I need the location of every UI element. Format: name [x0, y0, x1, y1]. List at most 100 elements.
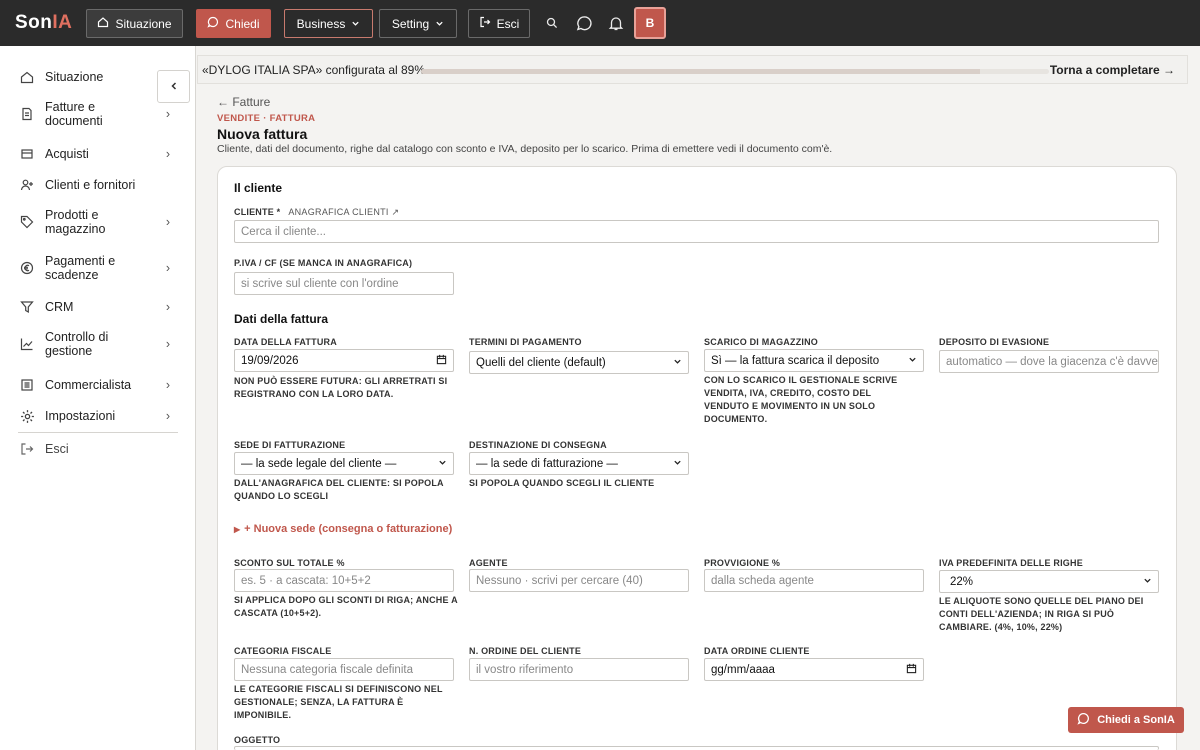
termini-pagamento-label: TERMINI DI PAGAMENTO	[469, 337, 582, 347]
data-fattura-label: DATA DELLA FATTURA	[234, 337, 337, 347]
cart-icon	[18, 145, 36, 163]
avatar[interactable]: B	[634, 7, 666, 39]
tag-icon	[18, 213, 36, 231]
collapse-sidebar-button[interactable]	[157, 70, 190, 103]
sidebar-item-impostazioni[interactable]: Impostazioni ›	[18, 407, 178, 425]
setup-progress-fill	[421, 69, 980, 74]
section-dati-title: Dati della fattura	[234, 312, 329, 326]
chevron-down-icon	[673, 357, 682, 369]
setup-progress-bar	[421, 69, 1049, 74]
page-subtitle: Cliente, dati del documento, righe dal c…	[217, 143, 833, 155]
bell-icon[interactable]	[605, 12, 627, 34]
scarico-magazzino-hint: CON LO SCARICO IL GESTIONALE SCRIVE VEND…	[704, 375, 898, 424]
piva-input[interactable]: si scrive sul cliente con l'ordine	[234, 272, 454, 295]
chiedi-sonia-button[interactable]: Chiedi a SonIA	[1068, 707, 1184, 733]
sidebar-item-prodotti[interactable]: Prodotti e magazzino ›	[18, 208, 178, 236]
calendar-icon[interactable]	[436, 354, 447, 368]
chevron-right-icon: ›	[165, 215, 170, 229]
list-icon	[18, 376, 36, 394]
sidebar-item-commercialista[interactable]: Commercialista ›	[18, 376, 178, 394]
gear-icon	[18, 407, 36, 425]
sidebar-item-controllo[interactable]: Controllo di gestione ›	[18, 330, 178, 358]
section-cliente-title: Il cliente	[234, 181, 283, 195]
chevron-right-icon: ›	[165, 261, 170, 275]
chevron-right-icon: ›	[165, 300, 170, 314]
scarico-magazzino-label: SCARICO DI MAGAZZINO	[704, 337, 818, 347]
sidebar-item-situazione[interactable]: Situazione	[18, 68, 178, 86]
sede-fatturazione-select[interactable]: — la sede legale del cliente —	[234, 452, 454, 475]
piva-label: P.IVA / CF (SE MANCA IN ANAGRAFICA)	[234, 258, 413, 268]
nuova-sede-toggle[interactable]: ▶ + Nuova sede (consegna o fatturazione)	[234, 523, 452, 535]
complete-setup-link[interactable]: Torna a completare →	[1050, 63, 1175, 77]
messages-icon[interactable]	[573, 12, 595, 34]
sconto-label: SCONTO SUL TOTALE %	[234, 558, 345, 568]
situazione-button[interactable]: Situazione	[86, 9, 183, 38]
user-add-icon	[18, 176, 36, 194]
sconto-hint: SI APPLICA DOPO GLI SCONTI DI RIGA; ANCH…	[234, 595, 458, 618]
top-bar: SonIA Situazione Chiedi Business Setting…	[0, 0, 1200, 46]
setup-progress-text: «DYLOG ITALIA SPA» configurata al 89%	[202, 63, 426, 77]
destinazione-label: DESTINAZIONE DI CONSEGNA	[469, 440, 607, 450]
categoria-fiscale-hint: LE CATEGORIE FISCALI SI DEFINISCONO NEL …	[234, 684, 443, 720]
scarico-magazzino-select[interactable]: Sì — la fattura scarica il deposito	[704, 349, 924, 372]
provvigione-label: PROVVIGIONE %	[704, 558, 781, 568]
chevron-down-icon	[673, 458, 682, 470]
iva-select[interactable]: 22%	[939, 570, 1159, 593]
data-fattura-input[interactable]: 19/09/2026	[234, 349, 454, 372]
chevron-right-icon: ›	[165, 337, 170, 351]
chevron-down-icon	[435, 17, 444, 31]
anagrafica-clienti-link[interactable]: ANAGRAFICA CLIENTI ↗	[288, 207, 399, 217]
home-icon	[18, 68, 36, 86]
chart-icon	[18, 335, 36, 353]
destinazione-select[interactable]: — la sede di fatturazione —	[469, 452, 689, 475]
calendar-icon[interactable]	[906, 663, 917, 677]
categoria-fiscale-input[interactable]: Nessuna categoria fiscale definita	[234, 658, 454, 681]
deposito-input[interactable]: automatico — dove la giacenza c'è davver…	[939, 350, 1159, 373]
search-icon[interactable]	[541, 12, 563, 34]
oggetto-input[interactable]	[234, 746, 1159, 750]
cliente-label: CLIENTE * ANAGRAFICA CLIENTI ↗	[234, 207, 400, 217]
sidebar-item-fatture[interactable]: Fatture e documenti ›	[18, 100, 178, 128]
logout-icon	[18, 440, 36, 458]
logout-icon	[479, 16, 491, 31]
chevron-right-icon: ›	[165, 107, 170, 121]
back-to-fatture-link[interactable]: ← Fatture	[217, 95, 270, 109]
iva-label: IVA PREDEFINITA DELLE RIGHE	[939, 558, 1083, 568]
sconto-input[interactable]: es. 5 · a cascata: 10+5+2	[234, 569, 454, 592]
logo[interactable]: SonIA	[15, 12, 72, 34]
data-fattura-hint: NON PUÒ ESSERE FUTURA: GLI ARRETRATI SI …	[234, 376, 448, 399]
ordine-cliente-input[interactable]: il vostro riferimento	[469, 658, 689, 681]
agente-input[interactable]: Nessuno · scrivi per cercare (40)	[469, 569, 689, 592]
sede-fatturazione-hint: DALL'ANAGRAFICA DEL CLIENTE: SI POPOLA Q…	[234, 478, 444, 501]
ordine-cliente-label: N. ORDINE DEL CLIENTE	[469, 646, 582, 656]
chat-icon	[207, 16, 219, 31]
data-ordine-label: DATA ORDINE CLIENTE	[704, 646, 810, 656]
euro-icon	[18, 259, 36, 277]
sede-fatturazione-label: SEDE DI FATTURAZIONE	[234, 440, 346, 450]
chat-icon	[1077, 712, 1090, 728]
oggetto-label: OGGETTO	[234, 735, 281, 745]
chiedi-button[interactable]: Chiedi	[196, 9, 271, 38]
esci-button[interactable]: Esci	[468, 9, 530, 38]
sidebar-item-esci[interactable]: Esci	[18, 440, 178, 458]
chevron-down-icon	[908, 355, 917, 367]
deposito-label: DEPOSITO DI EVASIONE	[939, 337, 1050, 347]
chevron-right-icon: ›	[165, 147, 170, 161]
sidebar-item-pagamenti[interactable]: Pagamenti e scadenze ›	[18, 254, 178, 282]
document-icon	[18, 105, 36, 123]
cliente-search-input[interactable]: Cerca il cliente...	[234, 220, 1159, 243]
setting-menu-button[interactable]: Setting	[379, 9, 457, 38]
chevron-right-icon: ›	[165, 378, 170, 392]
triangle-right-icon: ▶	[234, 525, 241, 534]
data-ordine-input[interactable]: gg/mm/aaaa	[704, 658, 924, 681]
sidebar-item-crm[interactable]: CRM ›	[18, 298, 178, 316]
sidebar-divider	[18, 432, 178, 433]
filter-icon	[18, 298, 36, 316]
business-menu-button[interactable]: Business	[284, 9, 373, 38]
provvigione-input[interactable]: dalla scheda agente	[704, 569, 924, 592]
setup-progress-banner: «DYLOG ITALIA SPA» configurata al 89% To…	[197, 55, 1188, 84]
sidebar-item-clienti[interactable]: Clienti e fornitori	[18, 176, 178, 194]
agente-label: AGENTE	[469, 558, 508, 568]
termini-pagamento-select[interactable]: Quelli del cliente (default)	[469, 351, 689, 374]
sidebar-item-acquisti[interactable]: Acquisti ›	[18, 145, 178, 163]
